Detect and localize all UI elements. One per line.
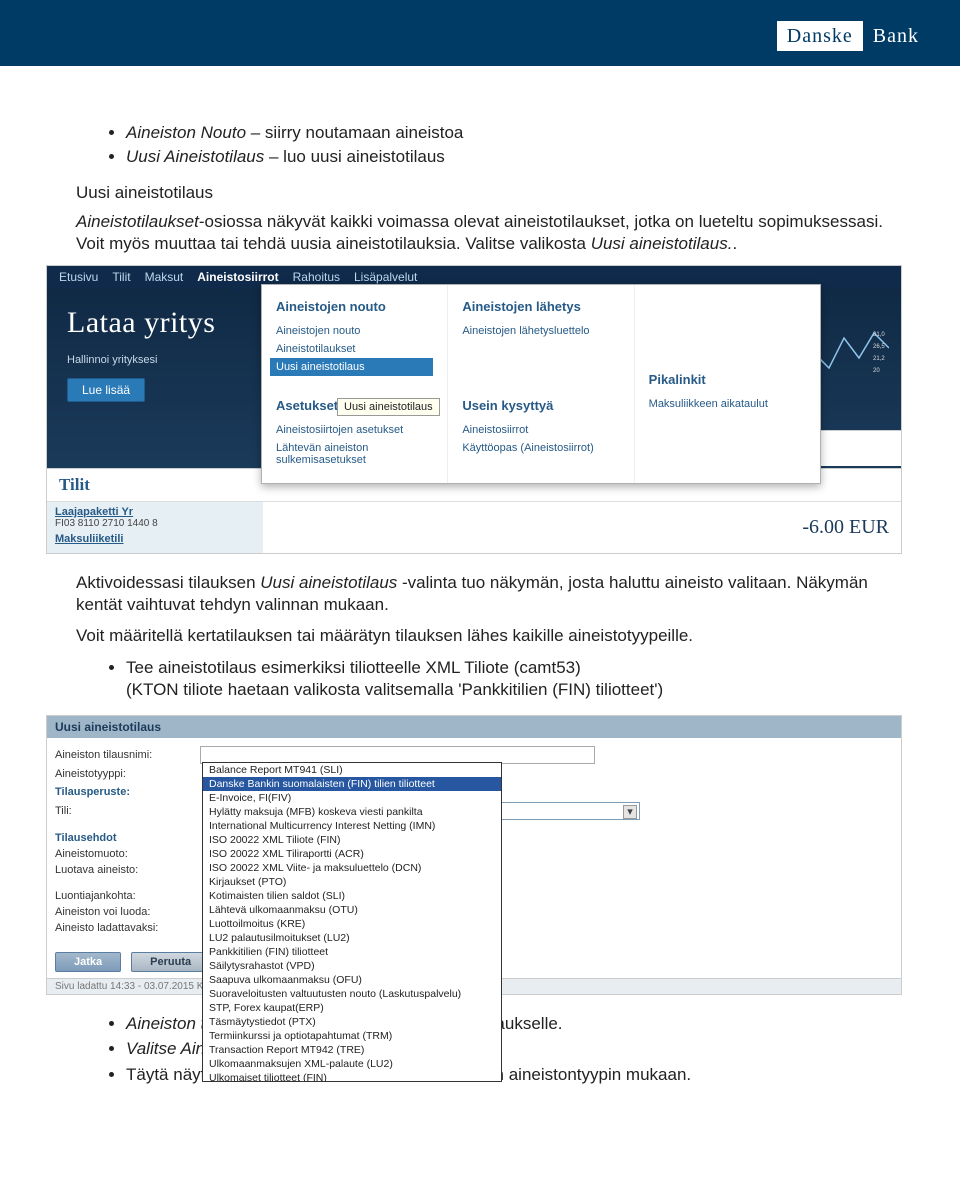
svg-text:20: 20 [873,368,880,374]
mid-bullet-1: Tee aineistotilaus esimerkiksi tiliottee… [126,657,884,701]
dropdown-option[interactable]: Transaction Report MT942 (TRE) [203,1043,501,1057]
screenshot-form: Uusi aineistotilaus Aineiston tilausnimi… [46,715,902,995]
mega-head-usein: Usein kysyttyä [462,398,619,413]
label-tilausnimi: Aineiston tilausnimi: [55,749,200,761]
account-list: Laajapaketti Yr FI03 8110 2710 1440 8 Ma… [47,502,263,553]
dropdown-option[interactable]: Pankkitilien (FIN) tiliotteet [203,945,501,959]
dropdown-option[interactable]: ISO 20022 XML Viite- ja maksuluettelo (D… [203,861,501,875]
label-luotava: Luotava aineisto: [55,864,200,876]
intro-bullet-2: Uusi Aineistotilaus – luo uusi aineistot… [126,146,884,168]
cancel-button[interactable]: Peruuta [131,952,210,972]
account-balance: -6.00 EUR [263,502,901,553]
link-aikataulut[interactable]: Maksuliikkeen aikataulut [649,395,806,413]
tilit-heading: Tilit [59,475,90,495]
svg-text:21,2: 21,2 [873,356,885,362]
dropdown-option[interactable]: Luottoilmoitus (KRE) [203,917,501,931]
mega-menu: Aineistojen nouto Aineistojen nouto Aine… [261,284,821,484]
label-tyyppi: Aineistotyyppi: [55,768,200,780]
dropdown-option[interactable]: STP, Forex kaupat(ERP) [203,1001,501,1015]
dropdown-option[interactable]: Kirjaukset (PTO) [203,875,501,889]
dropdown-option[interactable]: Hylätty maksuja (MFB) koskeva viesti pan… [203,805,501,819]
dropdown-option[interactable]: Ulkomaiset tiliotteet (FIN) [203,1071,501,1082]
dropdown-option[interactable]: Suoraveloitusten valtuutusten nouto (Las… [203,987,501,1001]
para-1: Aineistotilaukset-osiossa näkyvät kaikki… [76,211,884,255]
hero-title: Lataa yritys [67,306,247,340]
nav-tilit[interactable]: Tilit [112,270,130,284]
link-uusi-aineistotilaus[interactable]: Uusi aineistotilaus [270,358,433,376]
hero-sub: Hallinnoi yrityksesi [67,354,247,366]
nav-etusivu[interactable]: Etusivu [59,270,98,284]
account-item[interactable]: Laajapaketti Yr FI03 8110 2710 1440 8 [55,506,255,529]
label-tili: Tili: [55,805,200,817]
label-ladattavaksi: Aineisto ladattavaksi: [55,922,200,934]
link-siirtoasetukset[interactable]: Aineistosiirtojen asetukset [276,421,433,439]
para-3: Voit määritellä kertatilauksen tai määrä… [76,625,884,647]
link-lahetysluettelo[interactable]: Aineistojen lähetysluettelo [462,322,619,340]
mid-bullets: Tee aineistotilaus esimerkiksi tiliottee… [126,657,884,701]
nav-maksut[interactable]: Maksut [145,270,184,284]
nav-rahoitus[interactable]: Rahoitus [293,270,340,284]
brand-logo: Danske Bank [774,18,932,54]
mega-head-pikalinkit: Pikalinkit [649,372,806,387]
dropdown-option[interactable]: E-Invoice, FI(FIV) [203,791,501,805]
intro-bullet-1: Aineiston Nouto – siirry noutamaan ainei… [126,122,884,144]
tooltip: Uusi aineistotilaus [337,398,440,416]
section-heading: Uusi aineistotilaus [76,182,884,204]
form-title: Uusi aineistotilaus [47,716,901,738]
mega-head-lahetys: Aineistojen lähetys [462,299,619,314]
para-2: Aktivoidessasi tilauksen Uusi aineistoti… [76,572,884,616]
page-header: Danske Bank [0,0,960,66]
hero: Lataa yritys Hallinnoi yrityksesi Lue li… [47,288,901,468]
dropdown-aineistotyyppi[interactable]: Balance Report MT941 (SLI)Danske Bankin … [202,762,502,1082]
mega-head-nouto: Aineistojen nouto [276,299,433,314]
dropdown-option[interactable]: ISO 20022 XML Tiliote (FIN) [203,833,501,847]
link-aineistojen-nouto[interactable]: Aineistojen nouto [276,322,433,340]
dropdown-option[interactable]: Danske Bankin suomalaisten (FIN) tilien … [203,777,501,791]
dropdown-option[interactable]: Lähtevä ulkomaanmaksu (OTU) [203,903,501,917]
label-muoto: Aineistomuoto: [55,848,200,860]
balance-value: -6.00 EUR [802,516,889,539]
dropdown-option[interactable]: Ulkomaanmaksujen XML-palaute (LU2) [203,1057,501,1071]
logo-word-1: Danske [777,25,863,48]
dropdown-option[interactable]: International Multicurrency Interest Net… [203,819,501,833]
mega-col-3: . Pikalinkit Maksuliikkeen aikataulut [635,285,820,483]
link-sulkemisasetukset[interactable]: Lähtevän aineiston sulkemisasetukset [276,439,433,469]
nav-aineistosiirrot[interactable]: Aineistosiirrot [197,270,278,284]
account-item[interactable]: Maksuliiketili [55,533,255,545]
label-ajankohta: Luontiajankohta: [55,890,200,902]
intro-bullets: Aineiston Nouto – siirry noutamaan ainei… [126,122,884,168]
screenshot-menu: Etusivu Tilit Maksut Aineistosiirrot Rah… [46,265,902,554]
dropdown-option[interactable]: Täsmäytystiedot (PTX) [203,1015,501,1029]
label-voiluoda: Aineiston voi luoda: [55,906,200,918]
mega-col-1: Aineistojen nouto Aineistojen nouto Aine… [262,285,448,483]
logo-word-2: Bank [863,21,929,51]
continue-button[interactable]: Jatka [55,952,121,972]
nav-lisapalvelut[interactable]: Lisäpalvelut [354,270,417,284]
dropdown-option[interactable]: Termiinkurssi ja optiotapahtumat (TRM) [203,1029,501,1043]
svg-text:31,0: 31,0 [873,332,885,338]
link-usein-aineisto[interactable]: Aineistosiirrot [462,421,619,439]
svg-text:26,5: 26,5 [873,344,885,350]
link-kayttoopas[interactable]: Käyttöopas (Aineistosiirrot) [462,439,619,457]
link-aineistotilaukset[interactable]: Aineistotilaukset [276,340,433,358]
hero-cta-button[interactable]: Lue lisää [67,378,145,402]
dropdown-option[interactable]: Kotimaisten tilien saldot (SLI) [203,889,501,903]
dropdown-option[interactable]: Saapuva ulkomaanmaksu (OFU) [203,973,501,987]
dropdown-option[interactable]: Balance Report MT941 (SLI) [203,763,501,777]
dropdown-option[interactable]: LU2 palautusilmoitukset (LU2) [203,931,501,945]
dropdown-option[interactable]: ISO 20022 XML Tiliraportti (ACR) [203,847,501,861]
chevron-down-icon: ▾ [623,805,637,819]
mega-col-2: Aineistojen lähetys Aineistojen lähetysl… [448,285,634,483]
dropdown-option[interactable]: Säilytysrahastot (VPD) [203,959,501,973]
